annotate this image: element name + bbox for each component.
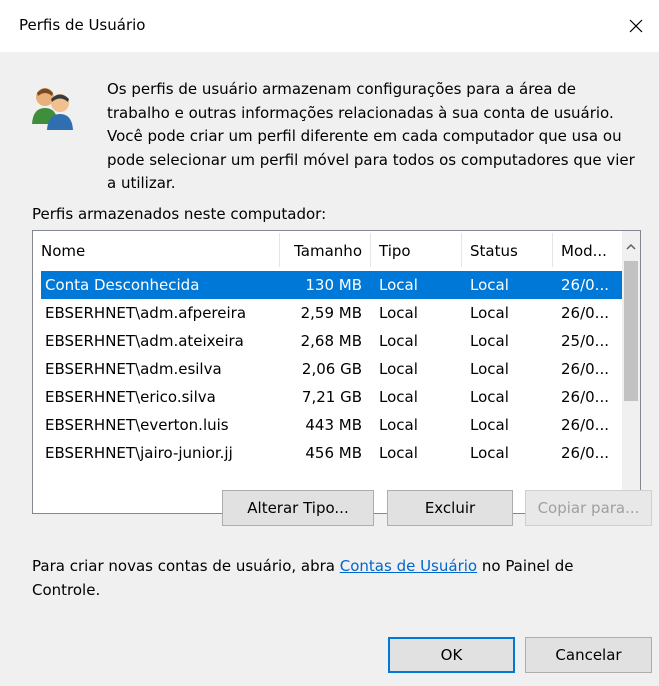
cell-tipo: Local [379,276,418,294]
cell-status: Local [470,332,509,350]
cell-mod: 26/0... [561,444,609,462]
cell-tamanho: 2,68 MB [300,332,362,350]
excluir-button[interactable]: Excluir [387,490,513,526]
cell-mod: 26/0... [561,388,609,406]
contas-de-usuario-link[interactable]: Contas de Usuário [340,557,477,575]
table-row[interactable]: EBSERHNET\adm.afpereira 2,59 MB Local Lo… [41,299,622,327]
alterar-tipo-button[interactable]: Alterar Tipo... [222,490,374,526]
cell-tipo: Local [379,416,418,434]
profiles-label: Perfis armazenados neste computador: [32,205,327,223]
cell-nome: Conta Desconhecida [45,276,200,294]
cell-nome: EBSERHNET\adm.ateixeira [45,332,244,350]
list-header: Nome Tamanho Tipo Status Mod... [33,231,622,269]
table-row[interactable]: EBSERHNET\everton.luis 443 MB Local Loca… [41,411,622,439]
cell-tamanho: 2,59 MB [300,304,362,322]
column-header-tamanho[interactable]: Tamanho [280,231,370,269]
cell-nome: EBSERHNET\jairo-junior.jj [45,444,233,462]
cell-tipo: Local [379,332,418,350]
column-header-tipo[interactable]: Tipo [371,231,461,269]
table-row[interactable]: EBSERHNET\jairo-junior.jj 456 MB Local L… [41,439,622,467]
cell-status: Local [470,388,509,406]
title-bar: Perfis de Usuário [0,0,659,52]
cell-tamanho: 7,21 GB [301,388,362,406]
description-text: Os perfis de usuário armazenam configura… [107,80,635,192]
table-row[interactable]: EBSERHNET\adm.ateixeira 2,68 MB Local Lo… [41,327,622,355]
scroll-up-button[interactable] [622,237,640,257]
users-icon [32,88,73,130]
cell-status: Local [470,416,509,434]
table-row[interactable]: Conta Desconhecida 130 MB Local Local 26… [41,271,622,299]
column-header-status[interactable]: Status [462,231,552,269]
close-icon [629,19,643,33]
ok-button[interactable]: OK [388,637,515,673]
column-header-nome[interactable]: Nome [33,231,279,269]
cell-nome: EBSERHNET\erico.silva [45,388,216,406]
cell-mod: 26/0... [561,360,609,378]
cell-mod: 26/0... [561,276,609,294]
cell-tipo: Local [379,388,418,406]
cell-status: Local [470,304,509,322]
cell-status: Local [470,276,509,294]
table-row[interactable]: EBSERHNET\adm.esilva 2,06 GB Local Local… [41,355,622,383]
cell-tamanho: 443 MB [305,416,362,434]
dialog-body: Os perfis de usuário armazenam configura… [0,52,659,686]
chevron-up-icon [626,243,636,250]
cell-mod: 26/0... [561,416,609,434]
window-title: Perfis de Usuário [19,16,146,34]
cell-tamanho: 130 MB [305,276,362,294]
cell-nome: EBSERHNET\adm.afpereira [45,304,247,322]
cell-status: Local [470,360,509,378]
cell-nome: EBSERHNET\everton.luis [45,416,229,434]
cancelar-button[interactable]: Cancelar [525,637,652,673]
footer-text: Para criar novas contas de usuário, abra… [32,555,632,602]
vertical-scrollbar[interactable] [622,231,640,513]
close-button[interactable] [613,0,659,52]
cell-tamanho: 2,06 GB [301,360,362,378]
cell-mod: 26/0... [561,304,609,322]
cell-mod: 25/0... [561,332,609,350]
cell-tipo: Local [379,304,418,322]
cell-status: Local [470,444,509,462]
profiles-list[interactable]: Nome Tamanho Tipo Status Mod... Conta De… [32,230,641,514]
table-row[interactable]: EBSERHNET\erico.silva 7,21 GB Local Loca… [41,383,622,411]
scroll-thumb[interactable] [624,261,638,401]
cell-tipo: Local [379,444,418,462]
cell-nome: EBSERHNET\adm.esilva [45,360,222,378]
footer-text-before: Para criar novas contas de usuário, abra [32,557,340,575]
copiar-para-button[interactable]: Copiar para... [525,490,652,526]
cell-tipo: Local [379,360,418,378]
cell-tamanho: 456 MB [305,444,362,462]
column-header-mod[interactable]: Mod... [553,231,622,269]
